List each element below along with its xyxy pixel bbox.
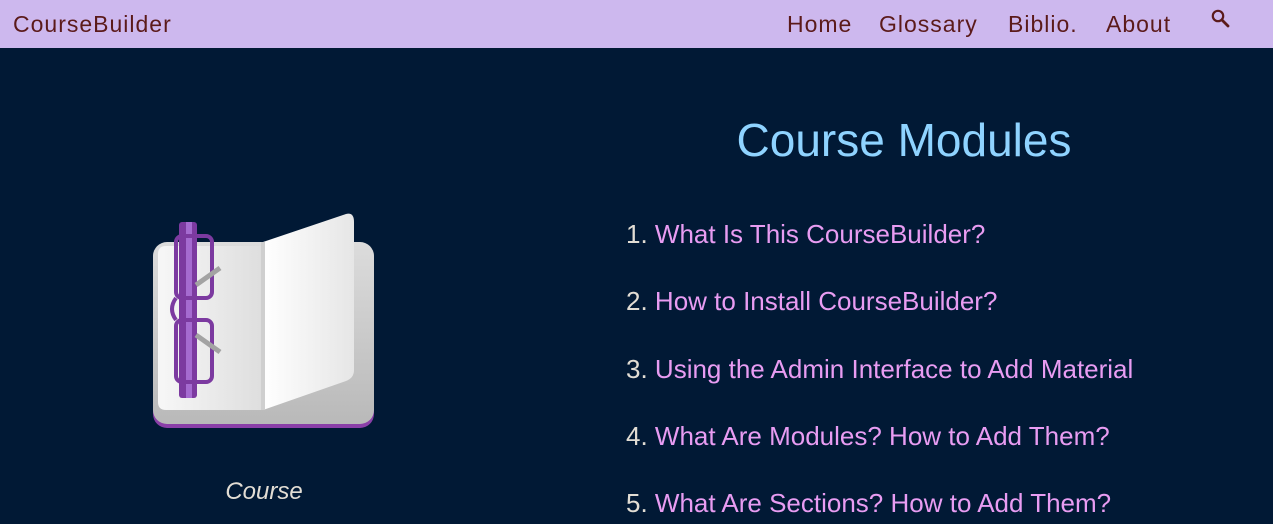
module-link-modules[interactable]: What Are Modules? How to Add Them? bbox=[655, 421, 1110, 451]
logo-caption: Course bbox=[225, 478, 303, 505]
nav-link-glossary[interactable]: Glossary bbox=[879, 10, 978, 38]
search-icon[interactable] bbox=[1210, 8, 1232, 30]
top-navbar: CourseBuilder Home Glossary Biblio. Abou… bbox=[0, 0, 1273, 48]
module-list-item: 5. What Are Sections? How to Add Them? bbox=[626, 487, 1111, 519]
brand-link[interactable]: CourseBuilder bbox=[13, 10, 172, 38]
module-list-item: 2. How to Install CourseBuilder? bbox=[626, 285, 997, 317]
module-number: 1. bbox=[626, 219, 648, 249]
module-list-item: 1. What Is This CourseBuilder? bbox=[626, 218, 985, 250]
modules-heading: Course Modules bbox=[736, 114, 1072, 166]
open-book-with-glasses-icon bbox=[153, 213, 374, 428]
nav-link-biblio[interactable]: Biblio. bbox=[1008, 10, 1078, 38]
module-list-item: 3. Using the Admin Interface to Add Mate… bbox=[626, 353, 1133, 385]
module-number: 4. bbox=[626, 421, 648, 451]
nav-link-home[interactable]: Home bbox=[787, 10, 852, 38]
module-number: 2. bbox=[626, 286, 648, 316]
module-link-admin-interface[interactable]: Using the Admin Interface to Add Materia… bbox=[655, 354, 1133, 384]
module-number: 3. bbox=[626, 354, 648, 384]
nav-link-about[interactable]: About bbox=[1106, 10, 1171, 38]
module-number: 5. bbox=[626, 488, 648, 518]
module-link-install-coursebuilder[interactable]: How to Install CourseBuilder? bbox=[655, 286, 998, 316]
course-logo bbox=[150, 210, 380, 435]
module-list-item: 4. What Are Modules? How to Add Them? bbox=[626, 420, 1110, 452]
module-link-sections[interactable]: What Are Sections? How to Add Them? bbox=[655, 488, 1111, 518]
module-link-what-is-coursebuilder[interactable]: What Is This CourseBuilder? bbox=[655, 219, 985, 249]
